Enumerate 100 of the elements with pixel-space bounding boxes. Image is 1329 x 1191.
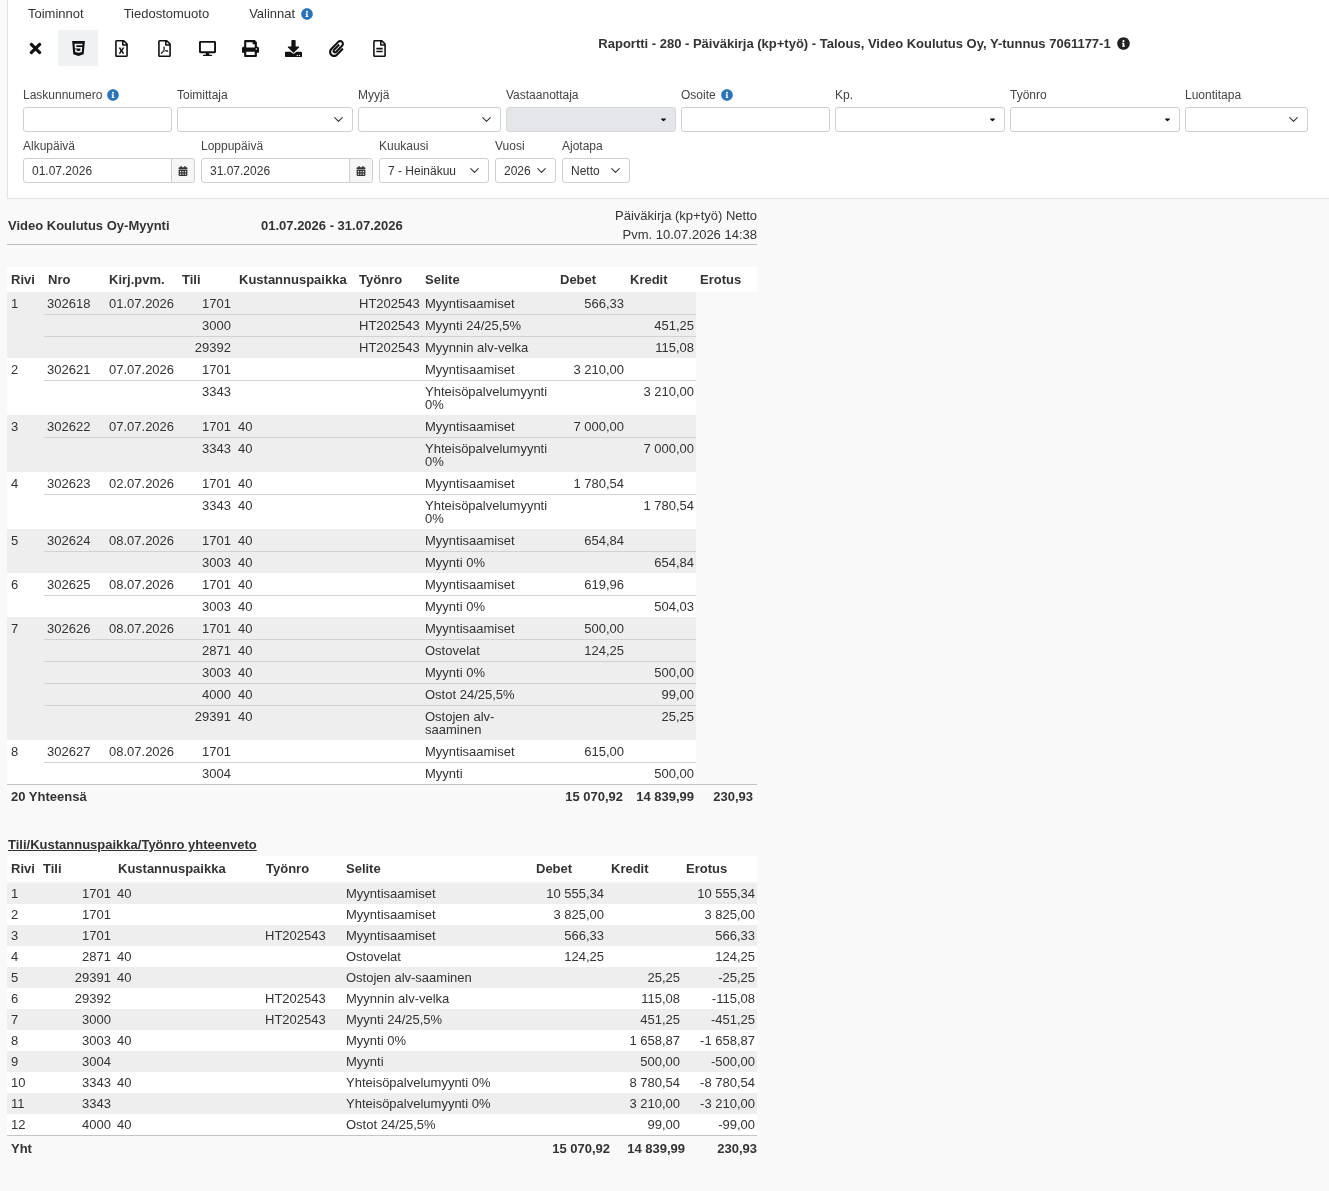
- table-cell-text: 29391: [193, 708, 232, 726]
- toolbar-button[interactable]: [58, 30, 98, 66]
- menu-item[interactable]: Toiminnot: [8, 0, 104, 28]
- table-cell-text: HT202543: [358, 317, 421, 335]
- table-cell-text: 1 780,54: [642, 497, 695, 515]
- table-cell-text: 29392: [193, 339, 232, 357]
- table-cell-text: Yhteisöpalvelumyynti 0%: [424, 383, 549, 414]
- table-cell-text: 654,84: [583, 532, 625, 550]
- calendar-button[interactable]: [171, 159, 194, 182]
- table-cell-text: Yhteisöpalvelumyynti 0%: [424, 440, 549, 471]
- total-label: Yht: [10, 1140, 33, 1159]
- table-cell-text: 40: [116, 1075, 133, 1090]
- table-cell-text: 1701: [201, 475, 232, 493]
- table-cell-text: 5: [10, 970, 20, 985]
- total-value: 15 070,92: [564, 788, 624, 807]
- section-title: Tili/Kustannuspaikka/Työnro yhteenveto: [7, 836, 257, 854]
- field-label: Kp.: [835, 87, 853, 104]
- menu-item[interactable]: Tiedostomuoto: [103, 0, 230, 28]
- table-cell-text: HT202543: [358, 295, 421, 313]
- date-field[interactable]: 01.07.2026: [23, 158, 195, 183]
- table-cell-text: Yhteisöpalvelumyynti 0%: [345, 1075, 492, 1090]
- table-cell-text: 40: [237, 708, 254, 726]
- field-label: Ajotapa: [562, 138, 603, 155]
- table-cell-text: Myynti 0%: [424, 598, 486, 616]
- dropdown[interactable]: 7 - Heinäkuu: [379, 158, 489, 183]
- table-cell-text: 451,25: [653, 317, 695, 335]
- table-cell-text: 01.07.2026: [108, 295, 176, 313]
- table-cell-text: 3004: [81, 1054, 112, 1069]
- field-label: Toimittaja: [177, 87, 228, 104]
- table-cell-text: 8: [10, 743, 20, 761]
- table-cell-text: 2: [10, 907, 20, 922]
- table-cell-text: Myyntisaamiset: [424, 475, 516, 493]
- table-cell-text: Myyntisaamiset: [345, 907, 437, 922]
- table-cell-text: 10 555,34: [696, 886, 756, 901]
- column-header: Työnro: [358, 270, 404, 289]
- table-cell-text: Myyntisaamiset: [345, 928, 437, 943]
- table-cell-text: 40: [237, 620, 254, 638]
- table-cell-text: 1 780,54: [572, 475, 625, 493]
- table-cell-text: Myyntisaamiset: [424, 361, 516, 379]
- table-cell-text: 500,00: [653, 765, 695, 783]
- column-header: Kustannuspaikka: [238, 270, 348, 289]
- text-field[interactable]: [23, 107, 172, 132]
- table-cell-text: Myynti: [345, 1054, 385, 1069]
- field-label: Työnro: [1010, 87, 1047, 104]
- info-icon[interactable]: [1116, 37, 1130, 51]
- table-cell-text: 40: [237, 686, 254, 704]
- table-cell-text: 4000: [81, 1117, 112, 1132]
- table-cell-text: 615,00: [583, 743, 625, 761]
- calendar-button[interactable]: [349, 159, 372, 182]
- table-cell-text: -25,25: [717, 970, 756, 985]
- table-cell-text: 1701: [201, 620, 232, 638]
- table-cell-text: 07.07.2026: [108, 361, 176, 379]
- table-cell-text: 3 825,00: [703, 907, 756, 922]
- table-cell-text: 7 000,00: [572, 418, 625, 436]
- field-label: Osoite: [681, 87, 716, 104]
- table-cell-text: 3 825,00: [552, 907, 605, 922]
- table-cell-text: 08.07.2026: [108, 620, 176, 638]
- column-header: Tili: [181, 270, 202, 289]
- table-cell-text: 02.07.2026: [108, 475, 176, 493]
- table-cell-text: Yhteisöpalvelumyynti 0%: [424, 497, 549, 528]
- table-cell-text: 302621: [46, 361, 92, 379]
- table-cell-text: 10: [10, 1075, 27, 1090]
- table-cell-text: 3: [10, 418, 20, 436]
- total-value: 230,93: [712, 788, 754, 807]
- table-cell-text: 40: [237, 598, 254, 616]
- table-cell-text: 10 555,34: [545, 886, 605, 901]
- dropdown[interactable]: 2026: [495, 158, 556, 183]
- field-label: Vuosi: [495, 138, 525, 155]
- column-header: Kustannuspaikka: [117, 859, 227, 878]
- dropdown[interactable]: Netto: [562, 158, 630, 183]
- table-cell-text: 99,00: [660, 686, 695, 704]
- menu-item[interactable]: Valinnat: [229, 0, 334, 28]
- table-cell-text: Myynti 0%: [424, 554, 486, 572]
- table-cell-text: 3343: [201, 440, 232, 458]
- table-cell-text: 29392: [73, 991, 112, 1006]
- date-field[interactable]: 31.07.2026: [201, 158, 373, 183]
- table-cell-text: Yhteisöpalvelumyynti 0%: [345, 1096, 492, 1111]
- report-date: Pvm. 10.07.2026 14:38: [622, 225, 757, 244]
- table-cell-text: Ostojen alv-saaminen: [424, 708, 496, 739]
- table-cell-text: 504,03: [653, 598, 695, 616]
- table-cell-text: 302622: [46, 418, 92, 436]
- text-field[interactable]: [681, 107, 830, 132]
- table-cell-text: Myynti: [424, 765, 464, 783]
- caret-down-icon: [1163, 115, 1172, 124]
- table-cell-text: 40: [237, 576, 254, 594]
- table-cell-text: 1701: [201, 576, 232, 594]
- table-cell-text: 40: [116, 886, 133, 901]
- table-cell-text: 451,25: [639, 1012, 681, 1027]
- column-header: Työnro: [265, 859, 311, 878]
- table-cell-text: Myynti 0%: [345, 1033, 407, 1048]
- table-cell-text: 3 210,00: [628, 1096, 681, 1111]
- table-cell-text: 2871: [81, 949, 112, 964]
- table-cell-text: Ostovelat: [424, 642, 481, 660]
- table-cell-text: 8: [10, 1033, 20, 1048]
- table-cell-text: 1701: [201, 361, 232, 379]
- table-cell-text: Ostovelat: [345, 949, 402, 964]
- table-cell-text: 500,00: [583, 620, 625, 638]
- table-cell-text: 08.07.2026: [108, 576, 176, 594]
- table-cell-text: 8 780,54: [628, 1075, 681, 1090]
- total-label: 20 Yhteensä: [10, 788, 88, 807]
